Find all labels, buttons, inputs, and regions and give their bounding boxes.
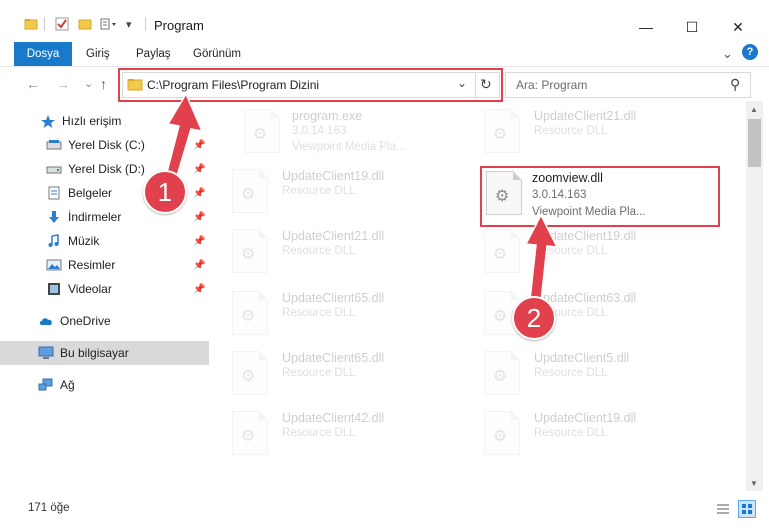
step-2-badge: 2 bbox=[512, 296, 556, 340]
arrow-2 bbox=[524, 213, 559, 302]
step-1-badge: 1 bbox=[143, 170, 187, 214]
arrow-1 bbox=[165, 92, 204, 180]
annotation-arrows bbox=[165, 92, 559, 302]
